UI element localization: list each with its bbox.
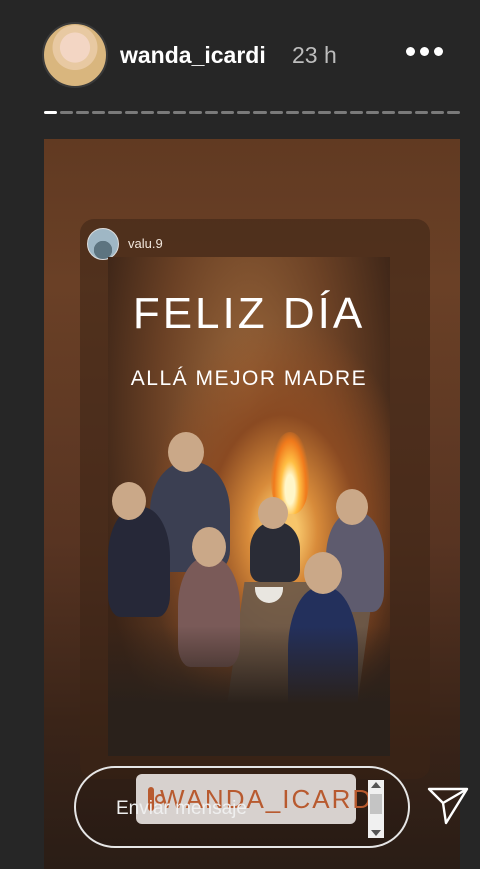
person-head xyxy=(258,497,288,529)
progress-segment xyxy=(60,111,74,114)
message-placeholder: Enviar mensaje xyxy=(116,798,247,819)
person-head xyxy=(336,489,368,525)
progress-segment xyxy=(237,111,251,114)
progress-segment xyxy=(350,111,364,114)
progress-segment xyxy=(205,111,219,114)
progress-segment xyxy=(414,111,428,114)
repost-avatar xyxy=(87,228,119,260)
progress-segment xyxy=(333,111,348,114)
progress-segment xyxy=(317,111,331,114)
story-content: valu.9 FELIZ DÍA ALLÁ MEJOR MADRE xyxy=(44,139,460,869)
progress-segment xyxy=(269,111,283,114)
progress-segment xyxy=(301,111,315,114)
progress-segment xyxy=(108,111,122,114)
progress-segment xyxy=(366,111,380,114)
scroll-thumb[interactable] xyxy=(370,794,382,814)
progress-segment xyxy=(124,111,138,114)
progress-segment xyxy=(446,111,460,114)
person-head xyxy=(192,527,226,567)
person xyxy=(108,507,170,617)
progress-segment xyxy=(398,111,412,114)
progress-segment xyxy=(92,111,106,114)
progress-segment xyxy=(172,111,186,114)
paper-plane-icon[interactable] xyxy=(426,784,470,828)
person-head xyxy=(304,552,342,594)
username[interactable]: wanda_icardi xyxy=(120,42,266,69)
progress-segment xyxy=(156,111,170,114)
progress-segment xyxy=(285,111,299,114)
scroll-down-icon[interactable] xyxy=(371,830,381,836)
progress-segment xyxy=(382,111,396,114)
avatar[interactable] xyxy=(42,22,108,88)
ground xyxy=(108,626,390,756)
progress-segment xyxy=(221,111,235,114)
story-header: wanda_icardi 23 h xyxy=(0,0,480,100)
progress-segment xyxy=(76,111,90,114)
progress-segment xyxy=(188,111,203,114)
timestamp: 23 h xyxy=(292,42,337,68)
more-horizontal-icon[interactable] xyxy=(402,36,446,66)
person xyxy=(250,522,300,582)
scroll-up-icon[interactable] xyxy=(371,782,381,788)
progress-segment xyxy=(253,111,267,114)
repost-username: valu.9 xyxy=(128,236,163,251)
repost-card[interactable]: valu.9 FELIZ DÍA ALLÁ MEJOR MADRE xyxy=(80,219,430,779)
person-head xyxy=(112,482,146,520)
progress-segment xyxy=(430,111,444,114)
story-photo: FELIZ DÍA ALLÁ MEJOR MADRE xyxy=(108,257,390,756)
story-subtitle: ALLÁ MEJOR MADRE xyxy=(130,367,368,390)
scrollbar[interactable] xyxy=(368,780,384,838)
story-title: FELIZ DÍA xyxy=(132,289,366,338)
progress-segment xyxy=(44,111,58,114)
message-input[interactable]: WANDA_ICARDI Enviar mensaje xyxy=(74,766,410,848)
progress-segment xyxy=(140,111,154,114)
person-head xyxy=(168,432,204,472)
story-progress-bar xyxy=(44,111,460,115)
